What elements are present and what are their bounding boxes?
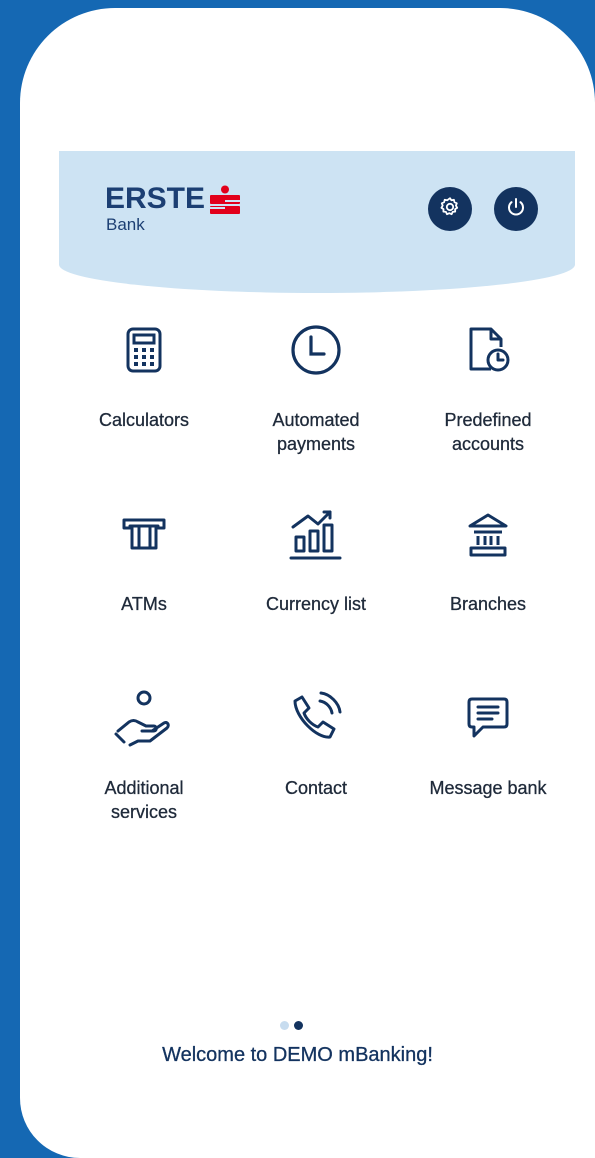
menu-item-label: Branches — [449, 594, 527, 614]
page-indicator[interactable] — [280, 1017, 308, 1035]
menu-item-label: Calculators — [98, 410, 190, 430]
menu-item-predefined-accounts[interactable]: Predefined accounts — [403, 320, 573, 456]
menu-item-automated-payments[interactable]: Automated payments — [231, 320, 401, 456]
menu-item-message-bank[interactable]: Message bank — [403, 688, 573, 800]
menu-item-label: Currency list — [265, 594, 367, 614]
menu-item-atms[interactable]: ATMs — [59, 504, 229, 616]
bar-chart-icon — [231, 504, 401, 564]
menu-item-calculators[interactable]: Calculators — [59, 320, 229, 432]
phone-call-icon — [231, 688, 401, 748]
page-dot[interactable] — [280, 1021, 289, 1030]
menu-item-label: Message bank — [429, 778, 547, 798]
bank-building-icon — [403, 504, 573, 564]
menu-item-contact[interactable]: Contact — [231, 688, 401, 800]
page-dot-active[interactable] — [294, 1021, 303, 1030]
document-clock-icon — [403, 320, 573, 380]
atm-icon — [59, 504, 229, 564]
menu-item-label: Automated payments — [272, 410, 360, 454]
hand-person-icon — [59, 688, 229, 748]
calculator-icon — [59, 320, 229, 380]
app-screen: ERSTE Bank Calculators Automated payments — [20, 8, 595, 1158]
menu-item-branches[interactable]: Branches — [403, 504, 573, 616]
menu-item-currency-list[interactable]: Currency list — [231, 504, 401, 616]
clock-icon — [231, 320, 401, 380]
menu-grid: Calculators Automated payments Predefined… — [20, 8, 595, 1158]
message-icon — [403, 688, 573, 748]
menu-item-label: Contact — [284, 778, 348, 798]
menu-item-additional-services[interactable]: Additional services — [59, 688, 229, 824]
menu-item-label: Additional services — [104, 778, 184, 822]
menu-item-label: ATMs — [121, 594, 167, 614]
welcome-message: Welcome to DEMO mBanking! — [162, 1044, 433, 1066]
menu-item-label: Predefined accounts — [444, 410, 532, 454]
